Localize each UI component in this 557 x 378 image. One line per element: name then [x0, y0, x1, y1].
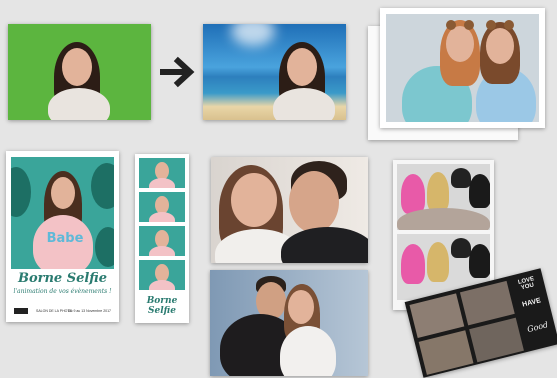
shirt-text: Babe	[46, 231, 84, 246]
woman-shirt	[280, 326, 336, 376]
strip-frame-3	[139, 226, 185, 256]
dog-ears-icon	[446, 20, 522, 30]
strip-shirt	[149, 246, 175, 256]
collage-frame-2	[459, 280, 515, 326]
couple-photo-laughing	[211, 157, 368, 263]
couple-photo-embrace	[210, 270, 368, 376]
person-right-face	[486, 28, 514, 64]
afro-wig	[469, 174, 490, 208]
pink-wig	[401, 174, 425, 214]
strip-caption: Borne Selfie	[146, 296, 178, 316]
palm-leaf-left	[11, 167, 31, 217]
strip-frame-4	[139, 260, 185, 290]
collage-text-bottom: Good	[526, 320, 550, 335]
polaroid-title: Borne Selfie	[17, 271, 108, 286]
collage-text-top: LOVE YOU	[517, 276, 535, 292]
green-screen-photo	[8, 24, 151, 120]
black-hat	[451, 168, 471, 188]
strip-frame-2	[139, 192, 185, 222]
beach-background-photo	[203, 24, 346, 120]
woman-face	[288, 290, 314, 324]
strip-shirt	[149, 280, 175, 290]
woman-face	[231, 173, 277, 227]
woman-face	[287, 48, 317, 86]
strip-shirt	[149, 212, 175, 222]
right-arrow-icon	[159, 56, 196, 88]
pink-wig	[401, 244, 425, 284]
polaroid-logo	[14, 308, 28, 314]
polaroid-footer-right: Du 9 au 13 Novembre 2017	[68, 309, 111, 313]
strip-frame-1	[139, 158, 185, 188]
polaroid-footer-left: SALON DE LA PHOTO	[36, 309, 73, 313]
party-frame-1	[397, 164, 490, 230]
black-hat	[451, 238, 471, 258]
filter-selfie-image	[386, 14, 539, 122]
photo-strip: Borne Selfie	[135, 154, 189, 323]
woman-face	[62, 48, 92, 86]
collage-frame-4	[469, 317, 524, 363]
palm-leaf-right	[91, 163, 114, 209]
afro-wig	[469, 244, 490, 278]
person-left-face	[446, 26, 474, 62]
polaroid-print: Babe Borne Selfie l'animation de vos évè…	[6, 151, 119, 322]
sun-glow	[231, 24, 275, 46]
polaroid-tagline: l'animation de vos évènements !	[13, 288, 112, 295]
man-sweater	[281, 227, 368, 263]
strip-shirt	[149, 178, 175, 188]
woman-face	[51, 177, 75, 209]
woman-body	[48, 88, 110, 120]
party-crowd	[397, 208, 490, 230]
collage-text-mid: HAVE	[521, 297, 542, 309]
filter-selfie-photo	[380, 8, 545, 128]
man-face	[289, 171, 339, 233]
palm-leaf-bottom	[95, 227, 114, 267]
collage-frame-3	[418, 330, 474, 375]
blonde-hair	[427, 242, 449, 282]
blonde-hair	[427, 172, 449, 212]
polaroid-photo: Babe	[11, 157, 114, 269]
collage-frame-1	[409, 293, 465, 338]
woman-body	[273, 88, 335, 120]
